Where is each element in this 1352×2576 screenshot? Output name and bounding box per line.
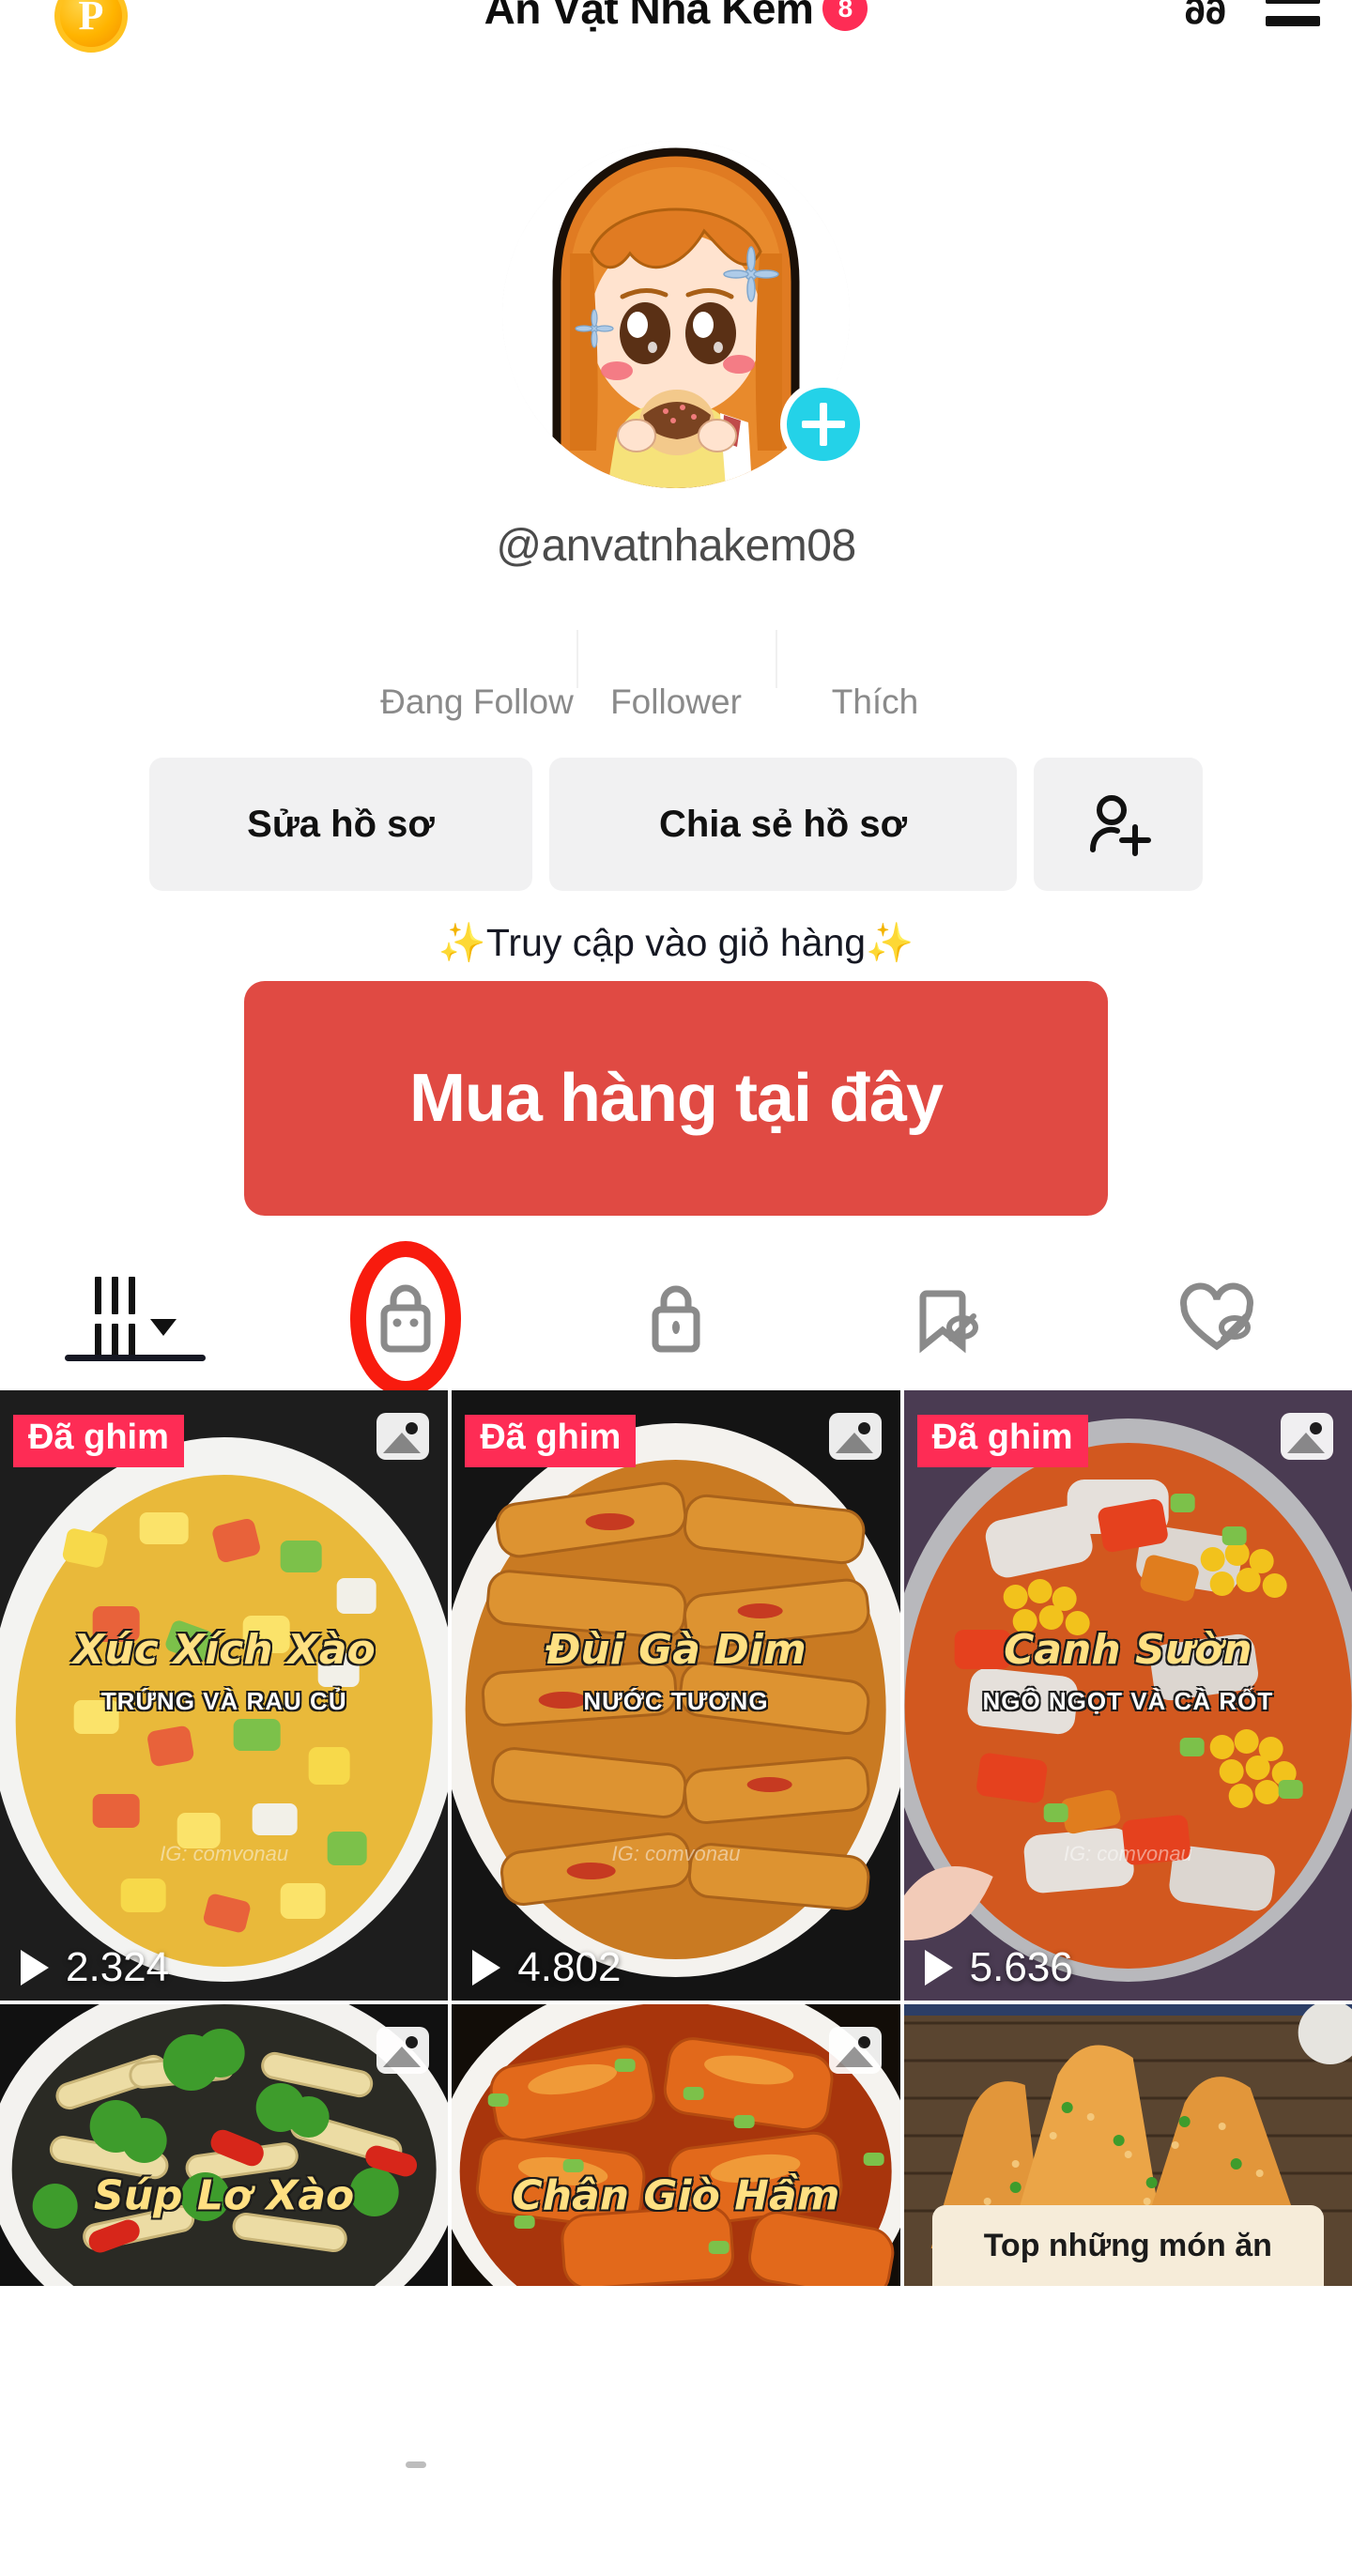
watermark: IG: comvonau xyxy=(611,1842,741,1865)
shop-cta-label: Mua hàng tại đây xyxy=(408,1061,944,1136)
sparkle-icon-left: ✨ xyxy=(438,921,486,964)
stat-following[interactable]: Đang Follow xyxy=(377,617,576,722)
stat-followers[interactable]: Follower xyxy=(576,617,776,722)
tab-active-indicator xyxy=(65,1355,206,1361)
stat-followers-label: Follower xyxy=(610,682,742,721)
video-subtitle: NGÔ NGỌT VÀ CÀ RỐT xyxy=(982,1687,1274,1715)
username[interactable]: @anvatnhakem08 xyxy=(0,520,1352,572)
page-title: An Vặt Nhà Kem xyxy=(484,0,814,33)
multi-photo-icon xyxy=(828,1413,882,1460)
profile-actions: Sửa hồ sơ Chia sẻ hồ sơ xyxy=(0,758,1352,891)
video-title: Súp Lơ Xào xyxy=(94,2171,355,2220)
bio-label: Truy cập vào giỏ hàng xyxy=(485,921,867,964)
video-cell[interactable]: Đã ghim Đùi Gà Dim NƯỚC TƯƠNG IG: comvon… xyxy=(452,1390,900,2001)
video-cell[interactable]: Đã ghim Canh Sườn NGÔ NGỌT VÀ CÀ RỐT IG:… xyxy=(903,1390,1352,2001)
play-icon xyxy=(472,1950,501,1986)
sparkle-icon-right: ✨ xyxy=(866,921,914,964)
app-header: P An Vặt Nhà Kem 8 99 xyxy=(0,0,1352,68)
view-count: 2.324 xyxy=(66,1944,170,1990)
play-icon xyxy=(924,1950,953,1986)
video-caption: Canh Sườn NGÔ NGỌT VÀ CÀ RỐT xyxy=(904,1626,1352,1716)
bio-text: ✨Truy cập vào giỏ hàng✨ xyxy=(0,921,1352,966)
stat-following-value xyxy=(377,617,576,671)
video-title: Đùi Gà Dim xyxy=(545,1626,807,1674)
add-person-icon[interactable] xyxy=(1034,758,1203,891)
video-cell[interactable]: Chân Giò Hầm xyxy=(452,2004,900,2286)
avatar[interactable] xyxy=(502,141,867,488)
view-count-group: 5.636 xyxy=(924,1944,1073,1991)
bottom-spacer xyxy=(0,2435,1352,2576)
avatar-zone xyxy=(0,141,1352,488)
multi-photo-icon xyxy=(1281,1413,1333,1460)
view-count: 4.802 xyxy=(517,1944,622,1990)
padlock-private-icon xyxy=(652,1285,700,1353)
stat-following-label: Đang Follow xyxy=(380,682,574,721)
tab-liked[interactable] xyxy=(1082,1279,1352,1359)
video-cell[interactable]: Súp Lơ Xào xyxy=(0,2004,449,2286)
watermark: IG: comvonau xyxy=(160,1842,289,1865)
play-icon xyxy=(21,1950,49,1986)
view-count-group: 2.324 xyxy=(21,1944,169,1991)
thumbnail-ribbon: Top những món ăn xyxy=(931,2205,1324,2286)
shopping-bag-icon xyxy=(380,1284,431,1353)
video-title: Canh Sườn xyxy=(1004,1626,1252,1674)
video-subtitle: TRỨNG VÀ RAU CỦ xyxy=(100,1687,347,1715)
video-grid: Đã ghim Xúc Xích Xào TRỨNG VÀ RAU CỦ IG:… xyxy=(0,1390,1352,2286)
grid-videos-icon xyxy=(94,1277,177,1361)
home-indicator xyxy=(406,2461,426,2468)
tab-videos-grid[interactable] xyxy=(0,1277,270,1361)
plus-icon[interactable] xyxy=(780,381,867,468)
video-title: Chân Giò Hầm xyxy=(512,2171,840,2220)
watermark: IG: comvonau xyxy=(1063,1842,1192,1865)
pinned-badge: Đã ghim xyxy=(916,1415,1088,1467)
video-cell[interactable]: Đã ghim Xúc Xích Xào TRỨNG VÀ RAU CỦ IG:… xyxy=(0,1390,449,2001)
tab-shop[interactable] xyxy=(270,1241,541,1397)
video-caption: Súp Lơ Xào xyxy=(0,2172,448,2220)
hamburger-menu-icon[interactable] xyxy=(1266,0,1320,26)
profile-stats: Đang Follow Follower Thích xyxy=(0,617,1352,722)
stat-likes-value xyxy=(776,617,975,671)
tab-saved[interactable] xyxy=(811,1279,1082,1359)
bookmark-hidden-icon xyxy=(919,1290,978,1354)
video-caption: Xúc Xích Xào TRỨNG VÀ RAU CỦ xyxy=(0,1626,448,1716)
ribbon-label: Top những món ăn xyxy=(983,2227,1272,2263)
view-count-group: 4.802 xyxy=(472,1944,621,1991)
profile-tab-bar xyxy=(0,1241,1352,1397)
multi-photo-icon xyxy=(376,1413,430,1460)
stat-likes-label: Thích xyxy=(831,682,919,721)
pinned-badge: Đã ghim xyxy=(13,1415,184,1467)
share-profile-button[interactable]: Chia sẻ hồ sơ xyxy=(549,758,1017,891)
video-title: Xúc Xích Xào xyxy=(72,1626,376,1674)
chevron-down-icon xyxy=(149,1319,177,1336)
video-cell[interactable]: Top những món ăn xyxy=(903,2004,1352,2286)
page-title-group: An Vặt Nhà Kem 8 xyxy=(0,0,1352,34)
heart-hidden-icon xyxy=(1180,1282,1253,1351)
shop-cta-button[interactable]: Mua hàng tại đây xyxy=(244,981,1108,1216)
pinned-badge: Đã ghim xyxy=(465,1415,637,1467)
title-notification-badge[interactable]: 8 xyxy=(822,0,868,31)
header-right-group: 99 xyxy=(1185,0,1320,31)
multi-photo-icon xyxy=(376,2027,430,2074)
edit-profile-button[interactable]: Sửa hồ sơ xyxy=(149,758,532,891)
tiktok-profile-screen: P An Vặt Nhà Kem 8 99 @anvatnhakem08 Đan… xyxy=(0,0,1352,2576)
video-subtitle: NƯỚC TƯƠNG xyxy=(583,1687,769,1715)
stat-likes[interactable]: Thích xyxy=(776,617,975,722)
notification-count[interactable]: 99 xyxy=(1185,0,1227,31)
multi-photo-icon xyxy=(828,2027,882,2074)
video-caption: Đùi Gà Dim NƯỚC TƯƠNG xyxy=(452,1626,899,1716)
video-caption: Chân Giò Hầm xyxy=(452,2172,899,2220)
view-count: 5.636 xyxy=(969,1944,1073,1990)
tab-private[interactable] xyxy=(541,1280,811,1358)
stat-followers-value xyxy=(576,617,776,671)
